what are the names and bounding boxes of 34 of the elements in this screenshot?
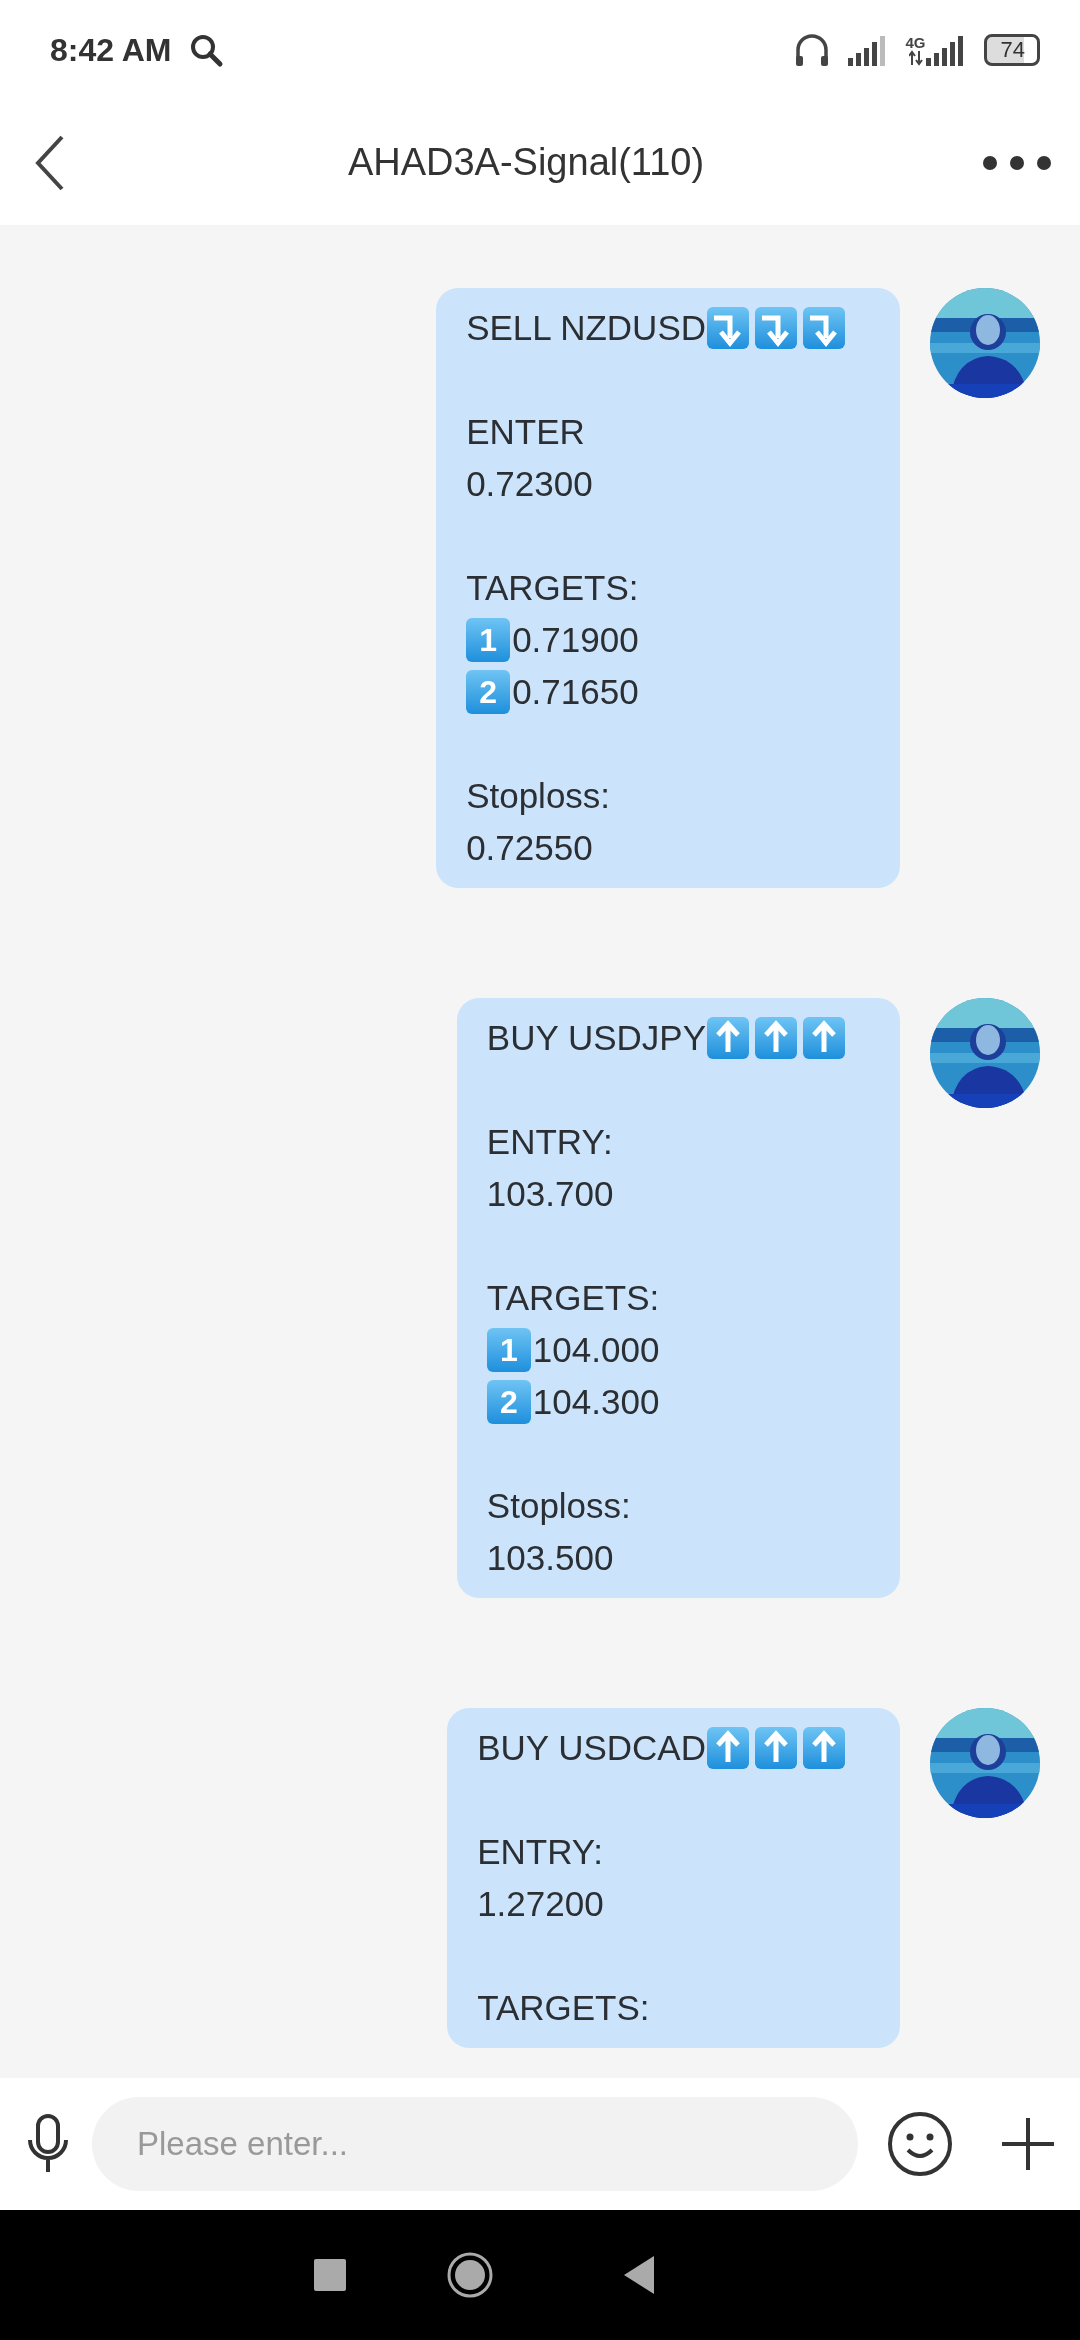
message-text: 1.27200 [477, 1883, 604, 1925]
more-icon[interactable] [982, 154, 1052, 171]
chat-title: AHAD3A-Signal(110) [347, 140, 705, 185]
number-keycap: 1 [486, 1328, 531, 1372]
message-input[interactable]: Please enter... [92, 2097, 858, 2191]
target-price: 0.71650 [512, 671, 639, 713]
target-price: 0.71900 [512, 619, 639, 661]
message-text: 0.72300 [466, 463, 593, 505]
status-time: 8:42 AM [50, 31, 172, 70]
target-price: 104.300 [532, 1381, 660, 1423]
signal-title: SELL NZDUSD [466, 307, 706, 349]
message-text: TARGETS: [486, 1277, 660, 1319]
number-keycap: 1 [466, 618, 511, 662]
number-keycap: 2 [466, 670, 511, 714]
message-text: ENTER [466, 411, 585, 453]
message-text: ENTRY: [477, 1831, 603, 1873]
message-text: ENTRY: [486, 1121, 613, 1163]
network-type: 4G [905, 35, 926, 50]
message-text: Stoploss: [466, 775, 611, 817]
signal-title: BUY USDCAD [477, 1727, 706, 1769]
message-text: TARGETS: [477, 1987, 650, 2029]
home-button[interactable] [446, 2251, 494, 2299]
message-text: TARGETS: [466, 567, 639, 609]
message-text: 0.72550 [466, 827, 593, 869]
message-text: Stoploss: [486, 1485, 631, 1527]
message-text: 103.700 [486, 1173, 614, 1215]
message-text: 103.500 [486, 1537, 614, 1579]
target-price: 104.000 [532, 1329, 660, 1371]
back-button[interactable] [624, 2256, 656, 2294]
signal-title: BUY USDJPY [486, 1017, 706, 1059]
emoji-icon[interactable] [886, 2110, 954, 2178]
battery-indicator: 74 [983, 34, 1040, 66]
data-arrows-icon [908, 50, 923, 66]
number-keycap: 2 [486, 1380, 531, 1424]
